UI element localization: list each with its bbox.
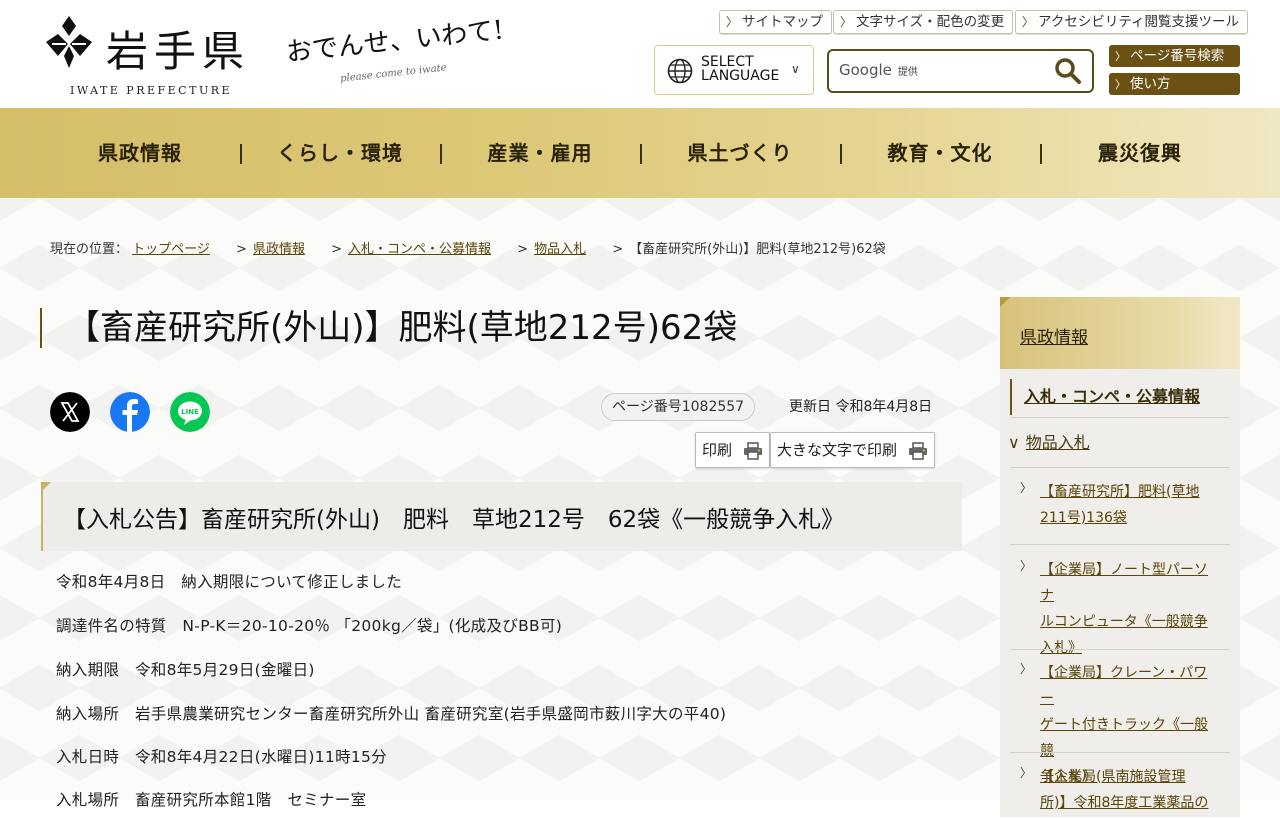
text-size-color-link[interactable]: 〉文字サイズ・配色の変更 <box>833 10 1014 34</box>
chevron-right-icon: 〉 <box>1020 662 1033 676</box>
page-number-search-button[interactable]: 〉ページ番号検索 <box>1109 45 1240 67</box>
nav-item-shinsai[interactable]: 震災復興 <box>1040 108 1240 198</box>
sidebar-subitem[interactable]: 〉 【畜産研究所】肥料(草地 211号)136袋 <box>1010 479 1230 543</box>
nav-item-kyoiku[interactable]: 教育・文化 <box>840 108 1040 198</box>
site-header: 岩手県 IWATE PREFECTURE おでんせ、いわて! please co… <box>0 0 1280 108</box>
body-paragraph: 入札場所 畜産研究所本館1階 セミナー室 <box>56 791 367 809</box>
usage-button[interactable]: 〉使い方 <box>1109 73 1240 95</box>
sidebar: 県政情報 入札・コンペ・公募情報 ∨ 物品入札 〉 【畜産研究所】肥料(草地 211… <box>1000 297 1240 817</box>
nav-item-kendo[interactable]: 県土づくり <box>640 108 840 198</box>
globe-icon <box>667 58 693 84</box>
sidebar-subitem[interactable]: 〉 【企業局】ノート型パーソナ ルコンピュータ《一般競争 入札》 <box>1010 557 1230 656</box>
nav-item-sangyo[interactable]: 産業・雇用 <box>440 108 640 198</box>
sidebar-subitem[interactable]: 〉 【企業局(県南施設管理 所)】令和8年度工業薬品の <box>1010 764 1230 820</box>
global-nav: 県政情報 くらし・環境 産業・雇用 県土づくり 教育・文化 震災復興 <box>0 108 1280 198</box>
search-icon[interactable] <box>1054 57 1082 85</box>
chevron-right-icon: 〉 <box>726 15 739 29</box>
page-number-badge: ページ番号1082557 <box>601 393 756 421</box>
sidebar-item-nyusatsu[interactable]: 入札・コンペ・公募情報 <box>1010 379 1232 415</box>
logo-english: IWATE PREFECTURE <box>70 84 233 97</box>
iwate-emblem-icon <box>46 16 92 68</box>
body-paragraph: 納入場所 岩手県農業研究センター畜産研究所外山 畜産研究室(岩手県盛岡市薮川字大… <box>56 705 727 723</box>
body-paragraph: 入札日時 令和8年4月22日(水曜日)11時15分 <box>56 748 387 766</box>
language-select[interactable]: SELECT LANGUAGE ∨ <box>654 45 814 95</box>
sidebar-subitem[interactable]: 〉 【企業局】クレーン・パワー ゲート付きトラック《一般競 争入札》 <box>1010 660 1230 785</box>
chevron-down-icon: ∨ <box>791 62 800 76</box>
breadcrumb-link-kensei[interactable]: 県政情報 <box>253 242 305 257</box>
language-label: SELECT LANGUAGE <box>701 54 780 84</box>
nav-item-kensei[interactable]: 県政情報 <box>40 108 240 198</box>
catchphrase-main: おでんせ、いわて! <box>284 15 506 69</box>
chevron-right-icon: 〉 <box>1115 50 1126 63</box>
breadcrumb-link-nyusatsu[interactable]: 入札・コンペ・公募情報 <box>348 242 491 257</box>
printer-icon <box>743 441 762 460</box>
facebook-icon[interactable] <box>110 392 150 432</box>
updated-date: 更新日 令和8年4月8日 <box>789 399 933 415</box>
body-paragraph: 令和8年4月8日 納入期限について修正しました <box>56 573 403 591</box>
chevron-right-icon: 〉 <box>1020 481 1033 495</box>
chevron-right-icon: 〉 <box>840 15 853 29</box>
breadcrumb-link-top[interactable]: トップページ <box>132 242 210 257</box>
body-paragraph: 納入期限 令和8年5月29日(金曜日) <box>56 661 315 679</box>
search-brand: Google 提供 <box>839 61 918 79</box>
print-button[interactable]: 印刷 <box>695 432 770 468</box>
chevron-right-icon: 〉 <box>1115 78 1126 91</box>
svg-text:LINE: LINE <box>181 408 199 416</box>
site-logo[interactable]: 岩手県 IWATE PREFECTURE <box>40 12 270 102</box>
printer-icon <box>908 441 927 460</box>
section-heading-text: 【入札公告】畜産研究所(外山) 肥料 草地212号 62袋《一般競争入札》 <box>63 507 845 533</box>
nav-item-kurashi[interactable]: くらし・環境 <box>240 108 440 198</box>
line-icon[interactable]: LINE <box>170 392 210 432</box>
logo-name: 岩手県 <box>106 27 251 76</box>
sidebar-head: 県政情報 <box>1000 297 1240 369</box>
breadcrumb: 現在の位置： トップページ > 県政情報 > 入札・コンペ・公募情報 > 物品入札 >… <box>50 242 886 257</box>
breadcrumb-current: 【畜産研究所(外山)】肥料(草地212号)62袋 <box>629 242 886 257</box>
catchphrase-sub: please come to iwate <box>339 62 448 85</box>
section-heading: 【入札公告】畜産研究所(外山) 肥料 草地212号 62袋《一般競争入札》 <box>41 482 962 551</box>
sitemap-link[interactable]: 〉サイトマップ <box>719 10 833 34</box>
x-icon[interactable] <box>50 392 90 432</box>
chevron-down-icon: ∨ <box>1008 433 1020 452</box>
body-paragraph: 調達件名の特質 N-P-K＝20-10-20％ 「200kg／袋」(化成及びBB… <box>56 617 563 635</box>
accessibility-tool-link[interactable]: 〉アクセシビリティ閲覧支援ツール <box>1015 10 1249 34</box>
chevron-right-icon: 〉 <box>1020 766 1033 780</box>
site-search[interactable]: Google 提供 <box>827 49 1094 93</box>
sidebar-head-link[interactable]: 県政情報 <box>1020 323 1088 348</box>
catchphrase: おでんせ、いわて! please come to iwate <box>285 12 538 92</box>
chevron-right-icon: 〉 <box>1020 559 1033 573</box>
chevron-right-icon: 〉 <box>1022 15 1035 29</box>
page-title: 【畜産研究所(外山)】肥料(草地212号)62袋 <box>40 308 737 348</box>
sidebar-item-buppin[interactable]: ∨ 物品入札 <box>1008 429 1090 453</box>
print-large-text-button[interactable]: 大きな文字で印刷 <box>770 432 935 468</box>
breadcrumb-link-buppin[interactable]: 物品入札 <box>534 242 586 257</box>
